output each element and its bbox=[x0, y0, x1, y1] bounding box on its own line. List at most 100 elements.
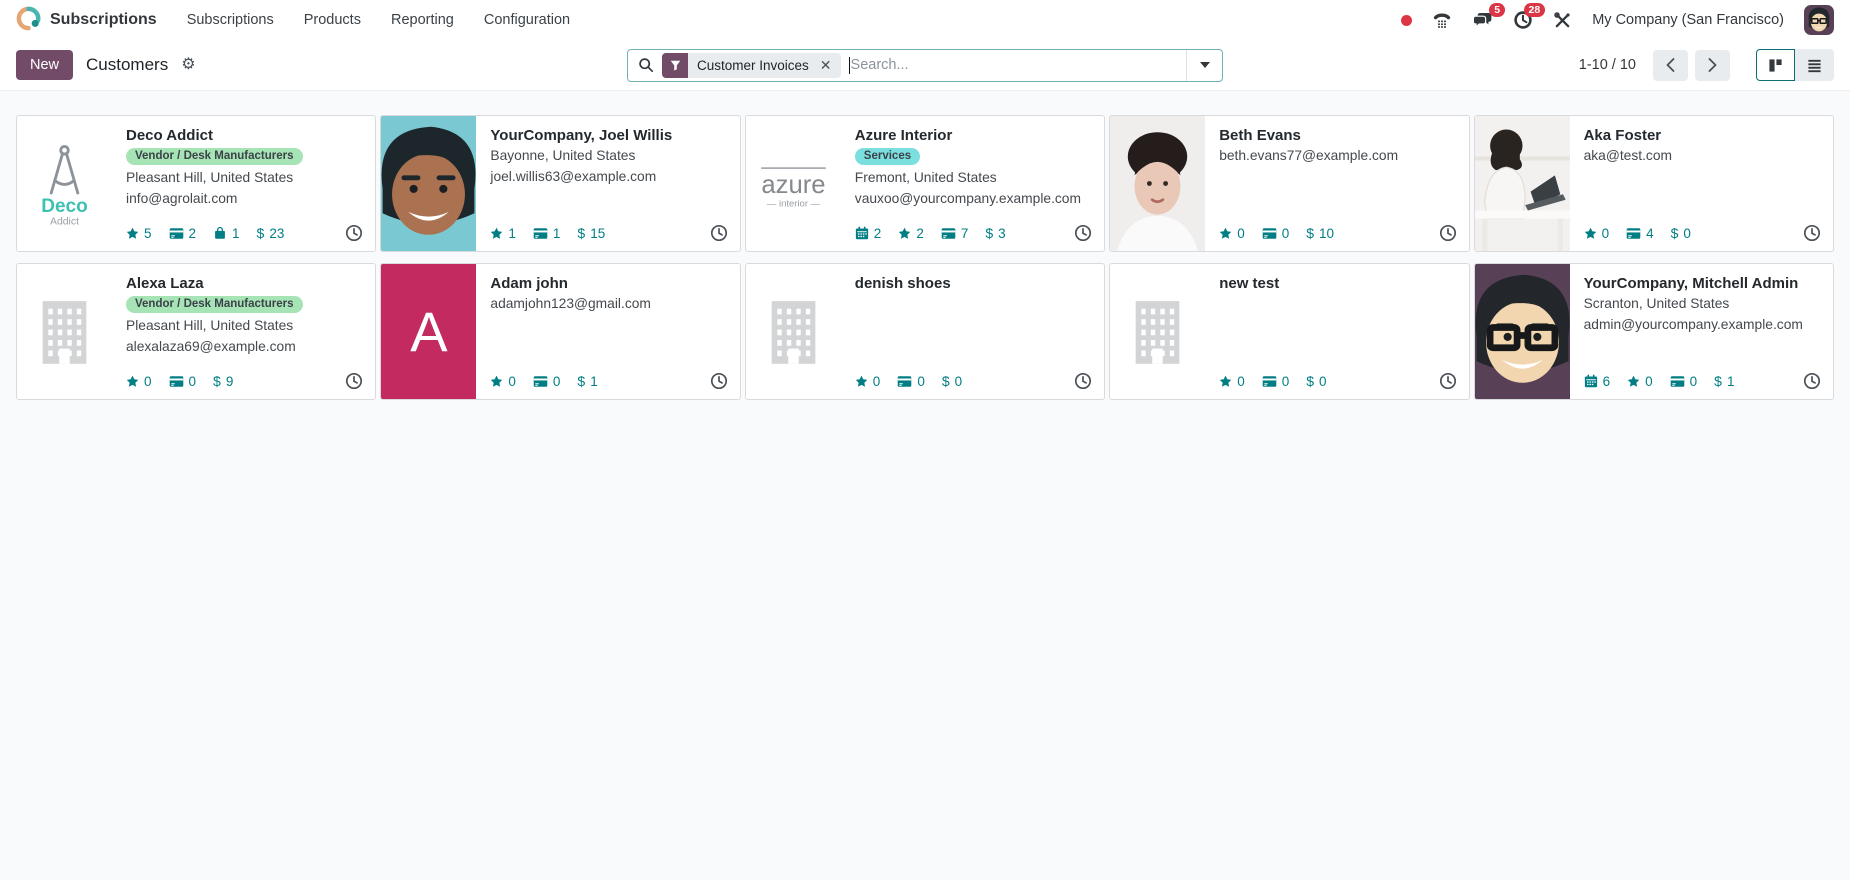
customer-avatar bbox=[381, 116, 477, 251]
stat-calendar[interactable]: 2 bbox=[855, 226, 881, 241]
activity-clock-icon[interactable] bbox=[710, 372, 728, 390]
activity-clock-icon[interactable] bbox=[1803, 224, 1821, 242]
stat-invoice[interactable]: 2 bbox=[169, 226, 196, 241]
stat-revenue[interactable]: $0 bbox=[1671, 225, 1691, 241]
invoice-icon bbox=[169, 227, 184, 240]
activities-icon[interactable]: 28 bbox=[1513, 3, 1546, 30]
stat-star[interactable]: 2 bbox=[898, 226, 924, 241]
stat-star[interactable]: 0 bbox=[126, 374, 152, 389]
activity-clock-icon[interactable] bbox=[710, 224, 728, 242]
search-bar[interactable]: Customer Invoices ✕ bbox=[627, 48, 1223, 82]
stat-invoice[interactable]: 0 bbox=[1262, 374, 1289, 389]
pager-next-button[interactable] bbox=[1695, 49, 1730, 81]
invoice-icon bbox=[897, 375, 912, 388]
stat-star[interactable]: 0 bbox=[855, 374, 880, 389]
activity-clock-icon[interactable] bbox=[345, 372, 363, 390]
customer-card[interactable]: azure — interior — Azure Interior Service… bbox=[744, 115, 1106, 252]
customer-card[interactable]: Alexa Laza Vendor / Desk Manufacturers P… bbox=[16, 263, 377, 400]
stat-star[interactable]: 0 bbox=[1627, 374, 1653, 389]
stat-invoice[interactable]: 0 bbox=[897, 374, 925, 389]
stat-star[interactable]: 0 bbox=[1219, 374, 1245, 389]
activity-clock-icon[interactable] bbox=[1439, 372, 1457, 390]
stat-invoice[interactable]: 0 bbox=[533, 374, 560, 389]
app-brand[interactable]: Subscriptions bbox=[16, 6, 157, 35]
stat-revenue[interactable]: $9 bbox=[213, 373, 233, 389]
new-button[interactable]: New bbox=[16, 50, 74, 80]
customer-card[interactable]: new test 0 0 $0 bbox=[1109, 263, 1470, 400]
star-icon bbox=[490, 227, 503, 240]
stat-revenue[interactable]: $0 bbox=[1306, 373, 1326, 389]
customer-email: beth.evans77@example.com bbox=[1219, 148, 1399, 163]
stat-star[interactable]: 0 bbox=[490, 374, 516, 389]
stat-star[interactable]: 0 bbox=[1219, 226, 1245, 241]
stat-bag[interactable]: 1 bbox=[213, 226, 240, 241]
customer-city: Pleasant Hill, United States bbox=[126, 318, 294, 333]
star-icon bbox=[126, 227, 139, 240]
customer-name: Aka Foster bbox=[1583, 127, 1662, 144]
facet-remove-icon[interactable]: ✕ bbox=[818, 53, 841, 78]
main-menu: Subscriptions Products Reporting Configu… bbox=[187, 12, 570, 28]
messages-icon[interactable]: 5 bbox=[1472, 3, 1506, 30]
search-input[interactable] bbox=[850, 57, 1186, 73]
pager-previous-button[interactable] bbox=[1653, 49, 1688, 81]
stat-invoice[interactable]: 7 bbox=[941, 226, 968, 241]
customer-tag: Vendor / Desk Manufacturers bbox=[126, 148, 303, 165]
activity-clock-icon[interactable] bbox=[345, 224, 363, 242]
control-panel: New Customers ⚙ Customer Invoices ✕ 1-10… bbox=[0, 40, 1850, 90]
customer-card[interactable]: denish shoes 0 0 $0 bbox=[744, 263, 1106, 400]
stat-revenue[interactable]: $3 bbox=[985, 225, 1005, 241]
stat-star[interactable]: 5 bbox=[126, 226, 152, 241]
customer-email: aka@test.com bbox=[1583, 148, 1672, 163]
customer-email: vauxoo@yourcompany.example.com bbox=[854, 191, 1081, 206]
invoice-icon bbox=[1262, 227, 1277, 240]
voip-phone-icon[interactable] bbox=[1432, 10, 1452, 30]
menu-products[interactable]: Products bbox=[304, 12, 361, 28]
stat-star[interactable]: 0 bbox=[1584, 226, 1609, 241]
activity-clock-icon[interactable] bbox=[1439, 224, 1457, 242]
invoice-icon bbox=[1626, 227, 1641, 240]
customer-stats-row: 0 4 $0 bbox=[1584, 224, 1821, 242]
calendar-icon bbox=[855, 226, 869, 240]
stat-invoice[interactable]: 0 bbox=[1262, 226, 1289, 241]
stat-revenue[interactable]: $1 bbox=[577, 373, 597, 389]
view-settings-gear-icon[interactable]: ⚙ bbox=[181, 57, 195, 73]
activity-clock-icon[interactable] bbox=[1803, 372, 1821, 390]
stat-revenue[interactable]: $23 bbox=[257, 225, 285, 241]
star-icon bbox=[1219, 375, 1232, 388]
stat-invoice[interactable]: 1 bbox=[533, 226, 560, 241]
customer-card[interactable]: Beth Evans beth.evans77@example.com 0 0 $1… bbox=[1109, 115, 1470, 252]
menu-reporting[interactable]: Reporting bbox=[391, 12, 454, 28]
customer-email: info@agrolait.com bbox=[126, 191, 238, 206]
customer-card[interactable]: Deco Addict Deco Addict Vendor / Desk Man… bbox=[16, 115, 377, 252]
menu-subscriptions[interactable]: Subscriptions bbox=[187, 12, 274, 28]
customer-card[interactable]: A Adam john adamjohn123@gmail.com 0 0 $1 bbox=[380, 263, 741, 400]
stat-revenue[interactable]: $15 bbox=[577, 225, 605, 241]
stat-revenue[interactable]: $0 bbox=[942, 373, 962, 389]
stat-invoice[interactable]: 4 bbox=[1626, 226, 1654, 241]
stat-revenue[interactable]: $1 bbox=[1714, 373, 1734, 389]
customer-card[interactable]: Aka Foster aka@test.com 0 4 $0 bbox=[1473, 115, 1834, 252]
stat-revenue[interactable]: $10 bbox=[1306, 225, 1334, 241]
stat-calendar[interactable]: 6 bbox=[1584, 374, 1610, 389]
kanban-view: Deco Addict Deco Addict Vendor / Desk Man… bbox=[0, 90, 1850, 880]
activity-clock-icon[interactable] bbox=[1074, 372, 1092, 390]
customer-card[interactable]: YourCompany, Joel Willis Bayonne, United… bbox=[380, 115, 741, 252]
list-view-button[interactable] bbox=[1795, 49, 1834, 81]
debug-tools-icon[interactable] bbox=[1553, 11, 1572, 30]
dollar-icon: $ bbox=[1306, 373, 1315, 389]
customer-card[interactable]: YourCompany, Mitchell Admin Scranton, Un… bbox=[1473, 263, 1834, 400]
search-options-toggle[interactable] bbox=[1186, 49, 1222, 81]
stat-invoice[interactable]: 0 bbox=[1670, 374, 1697, 389]
app-name[interactable]: Subscriptions bbox=[50, 11, 157, 29]
kanban-view-button[interactable] bbox=[1756, 49, 1795, 81]
stat-star[interactable]: 1 bbox=[490, 226, 516, 241]
company-switcher[interactable]: My Company (San Francisco) bbox=[1592, 12, 1784, 28]
activity-clock-icon[interactable] bbox=[1074, 224, 1092, 242]
dollar-icon: $ bbox=[1714, 373, 1722, 389]
stat-invoice[interactable]: 0 bbox=[169, 374, 196, 389]
user-avatar[interactable] bbox=[1804, 5, 1834, 35]
customer-city: Scranton, United States bbox=[1583, 296, 1730, 311]
menu-configuration[interactable]: Configuration bbox=[484, 12, 570, 28]
customer-avatar bbox=[1474, 264, 1570, 399]
text-cursor bbox=[848, 56, 850, 74]
